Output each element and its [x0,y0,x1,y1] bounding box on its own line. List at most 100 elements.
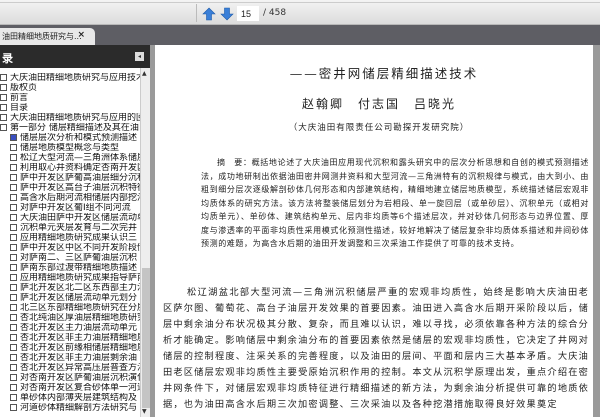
bookmark-label: 对萨中开发区葡Ⅰ组不同河流 [20,203,131,213]
bookmark-label: 第一部分 储层精细描述及其在油 [10,123,139,133]
bookmark-item[interactable]: 萨中开发区萨葡高油层细分沉积 [0,173,140,183]
bookmark-label: 沉积单元夹层发育与二次完井 [20,223,138,233]
bookmark-item[interactable]: 储层地质模型概念与类型 [0,143,140,153]
bookmark-item[interactable]: 目录 [0,103,140,113]
scroll-down-icon[interactable]: ▼ [142,408,147,415]
bookmark-label: 储层地质模型概念与类型 [20,143,120,153]
bookmark-icon [10,234,17,241]
bookmark-item[interactable]: 北三区东部精细地质研究在分层 [0,303,140,313]
page-total: / 458 [263,8,287,18]
sidebar-title: 录 [2,52,13,65]
sidebar-scrollbar[interactable]: ▲ ▼ [140,68,150,417]
bookmark-icon [10,364,17,371]
bookmark-icon [0,84,7,91]
bookmark-item[interactable]: 应用精细地质研究成果认识三 [0,233,140,243]
bookmark-label: 杏北开发区非主力油层精细地质 [20,333,140,343]
bookmark-icon [10,134,17,141]
bookmark-item[interactable]: 杏北开发区前缘相储层精细地质 [0,343,140,353]
bookmark-icon [0,104,7,111]
bookmark-icon [10,274,17,281]
document-viewer: ——密井网储层精细描述技术 赵翰卿 付志国 吕晓光 （大庆油田有限责任公司勘探开… [150,45,600,417]
bookmark-item[interactable]: 第一部分 储层精细描述及其在油 [0,123,140,133]
bookmark-label: 松辽大型河流—三角洲体系储层 [20,153,140,163]
bookmark-tree: 大庆油田精细地质研究与应用技术 版权页 前言 目录 大庆油田精细地质研究与应用的回顾 第一… [0,68,140,417]
toolbar-top-strip [0,0,600,3]
bookmark-item[interactable]: 杏北开发区主力油层流动单元 [0,323,140,333]
page-number-input[interactable] [237,6,259,21]
bookmark-icon [10,404,17,411]
document-page: ——密井网储层精细描述技术 赵翰卿 付志国 吕晓光 （大庆油田有限责任公司勘探开… [155,45,593,417]
bookmark-item[interactable]: 萨北开发区北二区东西部主力油 [0,283,140,293]
bookmark-item[interactable]: 萨南东部过渡带精细地质描述 [0,263,140,273]
bookmark-item[interactable]: 河道砂体精细解剖方法研究与 [0,403,140,413]
article-authors: 赵翰卿 付志国 吕晓光 [301,97,456,111]
bookmark-item[interactable]: 松辽大型河流—三角洲体系储层 [0,153,140,163]
bookmark-label: 萨北开发区储层流动单元划分 [20,293,138,303]
bookmark-label: 前言 [10,93,29,103]
bookmark-item[interactable]: 对萨中开发区葡Ⅰ组不同河流 [0,203,140,213]
bookmark-item[interactable]: 杏北开发区异常高压层普查方法 [0,363,140,373]
bookmark-label: 版权页 [10,83,38,93]
bookmark-icon [10,264,17,271]
toolbar-separator [196,4,197,22]
bookmark-label: 应用精细地质研究成果指导萨南 [20,273,140,283]
bookmark-item[interactable]: 应用精细地质研究成果指导萨南 [0,273,140,283]
bookmark-item[interactable]: 萨中开发区高台子油层沉积特征 [0,183,140,193]
bookmark-item[interactable]: 储层层次分析和模式预测描述 [0,133,140,143]
bookmark-item[interactable]: 单砂体内部薄夹层建筑结构及 [0,393,140,403]
bookmark-icon [10,354,17,361]
bookmark-label: 萨南东部过渡带精细地质描述 [20,263,138,273]
bookmark-icon [10,194,17,201]
bookmark-item[interactable]: 大庆油田精细地质研究与应用技术 [0,73,140,83]
bookmark-item[interactable]: 版权页 [0,83,140,93]
bookmark-label: 杏北开发区非主力油层剩余油 [20,353,138,363]
bookmark-item[interactable]: 杏北开发区非主力油层精细地质 [0,333,140,343]
bookmark-label: 大庆油田精细地质研究与应用的回顾 [10,113,140,123]
scroll-up-icon[interactable]: ▲ [142,70,147,77]
bookmark-label: 萨中开发区萨葡高油层细分沉积 [20,173,140,183]
tab-bar: 油田精细地质研究与... × [0,25,600,45]
close-icon[interactable]: × [77,30,85,40]
bookmark-icon [10,214,17,221]
bookmark-item[interactable]: 大庆油田萨中开发区储层流动单 [0,213,140,223]
bookmark-label: 对杏南开发区萨葡油层沉积演化 [20,373,140,383]
bookmark-item[interactable]: 萨北开发区储层流动单元划分 [0,293,140,303]
bookmark-icon [0,114,7,121]
bookmark-icon [10,344,17,351]
bookmark-icon [10,204,17,211]
bookmark-label: 单砂体内部薄夹层建筑结构及 [20,393,138,403]
bookmark-item[interactable]: 杏北开发区非主力油层剩余油 [0,353,140,363]
tab-title: 油田精细地质研究与... [2,32,82,41]
bookmark-item[interactable]: 杏北纯油区厚油层精细地质研究 [0,313,140,323]
bookmark-label: 储层层次分析和模式预测描述 [20,133,138,143]
bookmark-label: 目录 [10,103,29,113]
bookmark-icon [10,394,17,401]
bookmark-item[interactable]: 对萨南二、三区萨葡油层沉积 [0,253,140,263]
bookmark-item[interactable]: 前言 [0,93,140,103]
bookmark-item[interactable]: 沉积单元夹层发育与二次完井 [0,223,140,233]
bookmark-item[interactable]: 利用取心井资料确定杏南开发区 [0,163,140,173]
bookmark-label: 杏北开发区异常高压层普查方法 [20,363,140,373]
bookmark-item[interactable]: 对杏南开发区复合砂体单一河道 [0,383,140,393]
article-title: ——密井网储层精细描述技术 [289,66,479,81]
arrow-up-icon[interactable] [202,7,216,21]
bookmark-icon [10,284,17,291]
article-affiliation: （大庆油田有限责任公司勘探开发研究院） [288,123,470,133]
bookmark-label: 对杏南开发区复合砂体单一河道 [20,383,140,393]
bookmark-item[interactable]: 萨中开发区中区不同开发阶段储 [0,243,140,253]
bookmark-label: 大庆油田萨中开发区储层流动单 [20,213,140,223]
collapse-sidebar-button[interactable]: ◂ [135,52,144,61]
bookmark-icon [10,184,17,191]
bookmark-item[interactable]: 高含水后期河流相储层内部挖潜 [0,193,140,203]
bookmark-label: 萨北开发区北二区东西部主力油 [20,283,140,293]
bookmark-icon [10,374,17,381]
bookmark-item[interactable]: 对杏南开发区萨葡油层沉积演化 [0,373,140,383]
bookmark-item[interactable]: 大庆油田精细地质研究与应用的回顾 [0,113,140,123]
bookmark-label: 北三区东部精细地质研究在分层 [20,303,140,313]
bookmark-icon [10,224,17,231]
scrollbar-thumb[interactable] [142,268,150,408]
bookmark-icon [10,164,17,171]
document-tab[interactable]: 油田精细地质研究与... × [0,28,95,45]
arrow-down-icon[interactable] [220,7,234,21]
bookmark-icon [10,324,17,331]
